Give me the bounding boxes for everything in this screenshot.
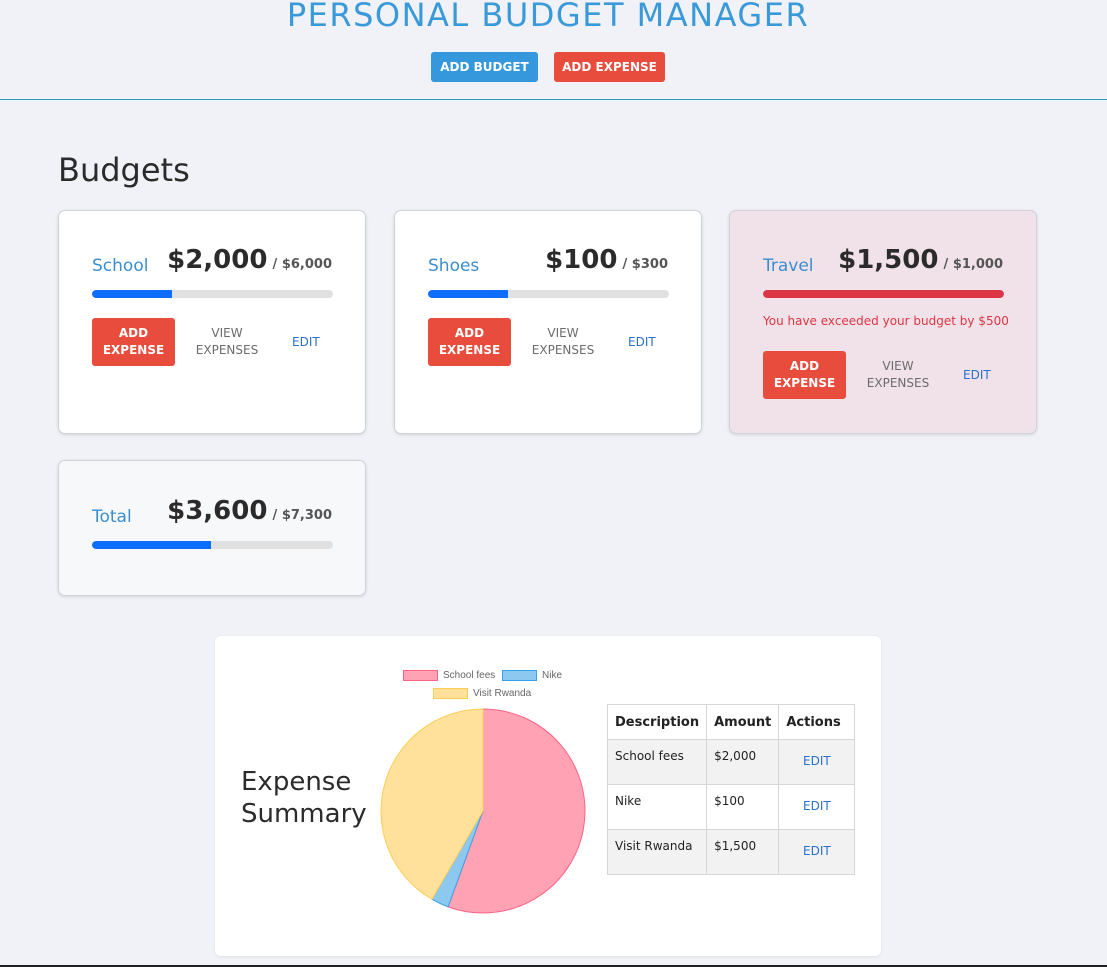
budget-progress-bar xyxy=(428,290,669,298)
legend-label: Visit Rwanda xyxy=(473,688,532,699)
budget-name: Total xyxy=(92,507,132,527)
expense-description: School fees xyxy=(606,739,708,785)
column-header: Amount xyxy=(706,704,780,740)
legend-label: School fees xyxy=(443,670,496,681)
budget-name: Shoes xyxy=(428,256,480,276)
budget-progress-fill xyxy=(92,541,211,549)
budget-amount: $1,500 / $1,000 xyxy=(838,245,1003,275)
expense-description: Visit Rwanda xyxy=(606,829,708,875)
column-header: Actions xyxy=(778,704,856,740)
expense-summary-title: Expense Summary xyxy=(241,767,367,829)
over-budget-warning: You have exceeded your budget by $500 xyxy=(763,314,1009,328)
budget-progress-bar xyxy=(763,290,1004,298)
app-header: PERSONAL BUDGET MANAGER ADD BUDGET ADD E… xyxy=(0,0,1107,100)
expense-pie-chart xyxy=(380,708,586,914)
card-add-expense-button[interactable]: ADD EXPENSE xyxy=(428,318,511,366)
expense-actions: EDIT xyxy=(778,829,856,875)
budget-card-travel: Travel $1,500 / $1,000 You have exceeded… xyxy=(729,210,1037,434)
legend-swatch xyxy=(433,688,468,699)
edit-expense-button[interactable]: EDIT xyxy=(803,844,831,858)
legend-swatch xyxy=(502,670,537,681)
budget-amount: $100 / $300 xyxy=(545,245,668,275)
table-header-row: Description Amount Actions xyxy=(606,704,856,740)
legend-swatch xyxy=(403,670,438,681)
table-row: School fees $2,000 EDIT xyxy=(606,739,856,785)
budget-progress-fill xyxy=(428,290,509,298)
expense-actions: EDIT xyxy=(778,784,856,830)
budget-progress-fill xyxy=(763,290,1004,298)
edit-expense-button[interactable]: EDIT xyxy=(803,799,831,813)
budget-card-school: School $2,000 / $6,000 ADD EXPENSE VIEW … xyxy=(58,210,366,434)
legend-item: Nike xyxy=(502,670,562,681)
app-title: PERSONAL BUDGET MANAGER xyxy=(286,0,810,34)
budget-card-total: Total $3,600 / $7,300 xyxy=(58,460,366,596)
expense-actions: EDIT xyxy=(778,739,856,785)
edit-budget-button[interactable]: EDIT xyxy=(963,367,991,384)
budget-progress-fill xyxy=(92,290,173,298)
card-add-expense-button[interactable]: ADD EXPENSE xyxy=(763,351,846,399)
expense-amount: $2,000 xyxy=(706,739,780,785)
budgets-heading: Budgets xyxy=(58,151,190,189)
add-expense-button[interactable]: ADD EXPENSE xyxy=(554,52,665,82)
budget-name: School xyxy=(92,256,149,276)
expense-amount: $1,500 xyxy=(706,829,780,875)
add-budget-button[interactable]: ADD BUDGET xyxy=(431,52,538,82)
budget-card-shoes: Shoes $100 / $300 ADD EXPENSE VIEW EXPEN… xyxy=(394,210,702,434)
budget-name: Travel xyxy=(763,256,814,276)
budget-max: / $6,000 xyxy=(272,257,332,272)
view-expenses-button[interactable]: VIEW EXPENSES xyxy=(853,358,943,392)
legend-item: School fees xyxy=(403,670,495,681)
expense-amount: $100 xyxy=(706,784,780,830)
expense-summary-panel: Expense Summary School fees Nike Visit R… xyxy=(215,636,881,956)
view-expenses-button[interactable]: VIEW EXPENSES xyxy=(518,325,608,359)
column-header: Description xyxy=(606,704,708,740)
budget-max: / $300 xyxy=(622,257,668,272)
expense-table: Description Amount Actions School fees $… xyxy=(606,704,856,875)
budget-amount: $3,600 / $7,300 xyxy=(167,496,332,526)
budget-amount: $2,000 / $6,000 xyxy=(167,245,332,275)
budget-spent: $3,600 xyxy=(167,496,268,526)
table-row: Nike $100 EDIT xyxy=(606,784,856,830)
card-add-expense-button[interactable]: ADD EXPENSE xyxy=(92,318,175,366)
budget-progress-bar xyxy=(92,541,333,549)
budget-progress-bar xyxy=(92,290,333,298)
view-expenses-button[interactable]: VIEW EXPENSES xyxy=(182,325,272,359)
table-row: Visit Rwanda $1,500 EDIT xyxy=(606,829,856,875)
edit-budget-button[interactable]: EDIT xyxy=(292,334,320,351)
budget-spent: $2,000 xyxy=(167,245,268,275)
budget-spent: $1,500 xyxy=(838,245,939,275)
expense-description: Nike xyxy=(606,784,708,830)
legend-label: Nike xyxy=(542,670,563,681)
budget-max: / $1,000 xyxy=(943,257,1003,272)
edit-expense-button[interactable]: EDIT xyxy=(803,754,831,768)
legend-item: Visit Rwanda xyxy=(433,688,531,699)
budget-spent: $100 xyxy=(545,245,618,275)
edit-budget-button[interactable]: EDIT xyxy=(628,334,656,351)
budget-max: / $7,300 xyxy=(272,508,332,523)
